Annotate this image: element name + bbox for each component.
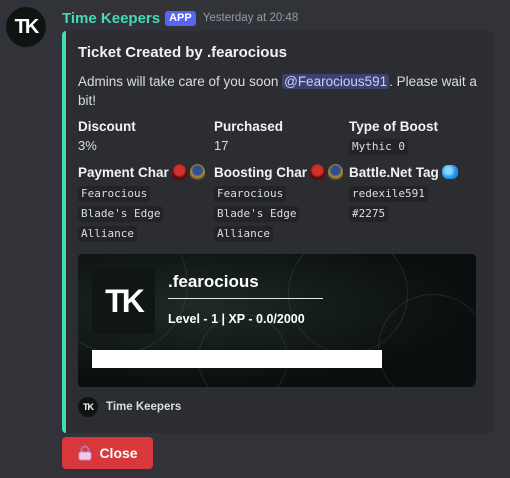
field-name: Payment Char xyxy=(78,163,205,181)
battlenet-name: redexile591 xyxy=(349,186,428,202)
field-code-value: Mythic 0 xyxy=(349,139,408,155)
timestamp[interactable]: Yesterday at 20:48 xyxy=(203,12,298,24)
xp-progress-bar xyxy=(92,350,382,368)
char-name: Fearocious xyxy=(214,186,287,202)
char-realm: Blade's Edge xyxy=(214,206,300,222)
field-discount: Discount 3% xyxy=(78,117,136,154)
message-header: Time Keepers APP Yesterday at 20:48 xyxy=(62,8,298,28)
alliance-icon xyxy=(328,164,343,180)
footer-icon: TK xyxy=(78,397,98,417)
xp-progress-fill xyxy=(92,350,382,368)
close-button-label: Close xyxy=(99,445,138,461)
field-name: Boosting Char xyxy=(214,163,343,181)
ticket-embed: Ticket Created by .fearocious Admins wil… xyxy=(62,31,494,433)
char-realm: Blade's Edge xyxy=(78,206,164,222)
field-boosting-char: Boosting Char Fearocious Blade's Edge Al… xyxy=(214,163,343,246)
field-name-text: Battle.Net Tag xyxy=(349,164,439,180)
horde-icon xyxy=(310,164,325,180)
char-faction: Alliance xyxy=(78,226,137,242)
banner-divider xyxy=(168,298,323,299)
user-mention[interactable]: @Fearocious591 xyxy=(282,74,390,89)
app-badge: APP xyxy=(165,10,196,26)
embed-footer: TK Time Keepers xyxy=(78,397,181,417)
horde-icon xyxy=(171,164,187,180)
field-boost-type: Type of Boost Mythic 0 xyxy=(349,117,438,159)
field-value: 3% xyxy=(78,138,97,153)
field-payment-char: Payment Char Fearocious Blade's Edge All… xyxy=(78,163,205,246)
description-text: Admins will take care of you soon xyxy=(78,74,283,89)
field-value: 17 xyxy=(214,138,229,153)
field-name: Type of Boost xyxy=(349,118,438,134)
char-faction: Alliance xyxy=(214,226,273,242)
banner-avatar: TK xyxy=(92,268,155,334)
lock-icon xyxy=(78,445,92,461)
banner-avatar-text: TK xyxy=(105,282,145,319)
battlenet-icon xyxy=(441,165,458,179)
field-name: Battle.Net Tag xyxy=(349,163,458,181)
bot-avatar[interactable]: TK xyxy=(6,7,46,47)
embed-description: Admins will take care of you soon @Fearo… xyxy=(78,72,478,110)
field-purchased: Purchased 17 xyxy=(214,117,284,154)
footer-icon-text: TK xyxy=(83,402,94,412)
username[interactable]: Time Keepers xyxy=(62,10,160,27)
char-name: Fearocious xyxy=(78,186,151,202)
embed-title: Ticket Created by .fearocious xyxy=(78,44,287,61)
close-button[interactable]: Close xyxy=(62,437,153,469)
profile-banner-image[interactable]: TK .fearocious Level - 1 | XP - 0.0/2000 xyxy=(78,254,476,387)
bot-avatar-text: TK xyxy=(14,15,40,38)
banner-level-text: Level - 1 | XP - 0.0/2000 xyxy=(168,312,305,326)
footer-text: Time Keepers xyxy=(106,401,182,413)
field-name-text: Payment Char xyxy=(78,164,169,180)
field-name: Discount xyxy=(78,118,136,134)
alliance-icon xyxy=(189,164,205,180)
field-name: Purchased xyxy=(214,118,284,134)
banner-username: .fearocious xyxy=(168,272,259,291)
field-name-text: Boosting Char xyxy=(214,164,307,180)
battlenet-number: #2275 xyxy=(349,206,389,222)
field-battlenet: Battle.Net Tag redexile591 #2275 xyxy=(349,163,458,226)
